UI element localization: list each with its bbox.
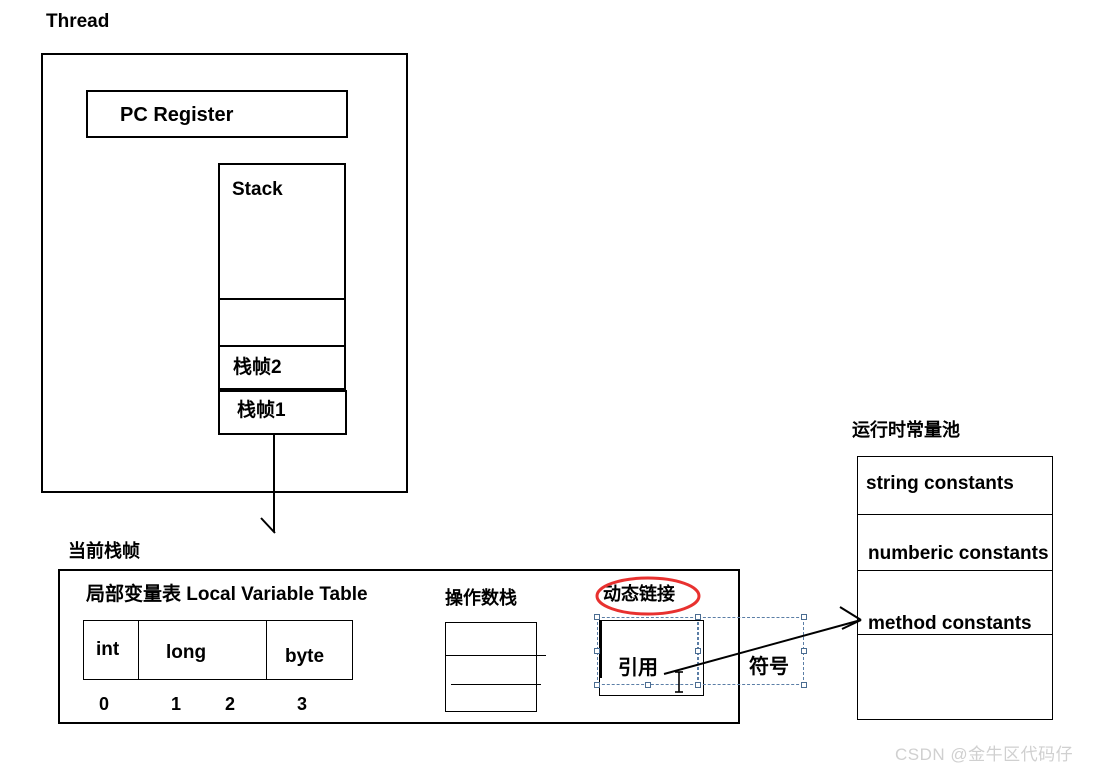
- selection-handle-sym-ml[interactable]: [695, 648, 701, 654]
- selection-handle-sym-br[interactable]: [801, 682, 807, 688]
- selection-handle-sym-mr[interactable]: [801, 648, 807, 654]
- lvt-divider-2: [266, 620, 267, 680]
- current-frame-title: 当前栈帧: [68, 541, 140, 561]
- diagram-canvas: Thread PC Register Stack 栈帧2 栈帧1 当前栈帧 局部…: [0, 0, 1098, 769]
- constant-pool-row-string: string constants: [866, 473, 1014, 494]
- selection-handle-ref-bm[interactable]: [645, 682, 651, 688]
- lvt-slot-index-1: 1: [171, 694, 182, 714]
- selection-edge-caret: [600, 620, 602, 678]
- lvt-slot-index-3: 3: [297, 694, 308, 714]
- stack-label: Stack: [232, 179, 283, 200]
- selection-handle-sym-tl[interactable]: [695, 614, 701, 620]
- runtime-constant-pool-title: 运行时常量池: [852, 420, 960, 440]
- constant-pool-row-numberic: numberic constants: [868, 543, 1049, 564]
- thread-title: Thread: [46, 11, 110, 32]
- constant-pool-divider-2: [858, 570, 1052, 571]
- selection-handle-sym-tr[interactable]: [801, 614, 807, 620]
- operand-stack-divider-2: [451, 684, 541, 685]
- selection-box-symbol[interactable]: [698, 617, 804, 685]
- lvt-slot-index-0: 0: [99, 694, 110, 714]
- runtime-constant-pool-box: [857, 456, 1053, 720]
- stack-divider-2: [219, 345, 345, 347]
- selection-handle-sym-bl[interactable]: [695, 682, 701, 688]
- lvt-divider-1: [138, 620, 139, 680]
- lvt-slot-index-2: 2: [225, 694, 236, 714]
- local-variable-table-title: 局部变量表 Local Variable Table: [86, 584, 368, 605]
- operand-stack-box: [445, 622, 537, 712]
- csdn-watermark: CSDN @金牛区代码仔: [895, 745, 1074, 764]
- constant-pool-divider-1: [858, 514, 1052, 515]
- lvt-cell-int: int: [96, 639, 120, 660]
- stack-frame-2-label: 栈帧2: [233, 357, 282, 378]
- lvt-cell-long: long: [166, 642, 207, 663]
- dynamic-linking-title: 动态链接: [603, 584, 675, 604]
- stack-divider-1: [219, 298, 345, 300]
- stack-frame-1-label: 栈帧1: [237, 400, 286, 421]
- operand-stack-title: 操作数栈: [445, 588, 517, 608]
- pc-register-label: PC Register: [120, 104, 234, 126]
- frame-to-current-frame-arrowhead: [260, 517, 276, 534]
- operand-stack-divider-1: [445, 655, 546, 656]
- constant-pool-divider-3: [858, 634, 1052, 635]
- selection-box-reference[interactable]: [597, 617, 698, 685]
- selection-handle-ref-bl[interactable]: [594, 682, 600, 688]
- constant-pool-row-method: method constants: [868, 613, 1032, 634]
- lvt-cell-byte: byte: [285, 646, 325, 667]
